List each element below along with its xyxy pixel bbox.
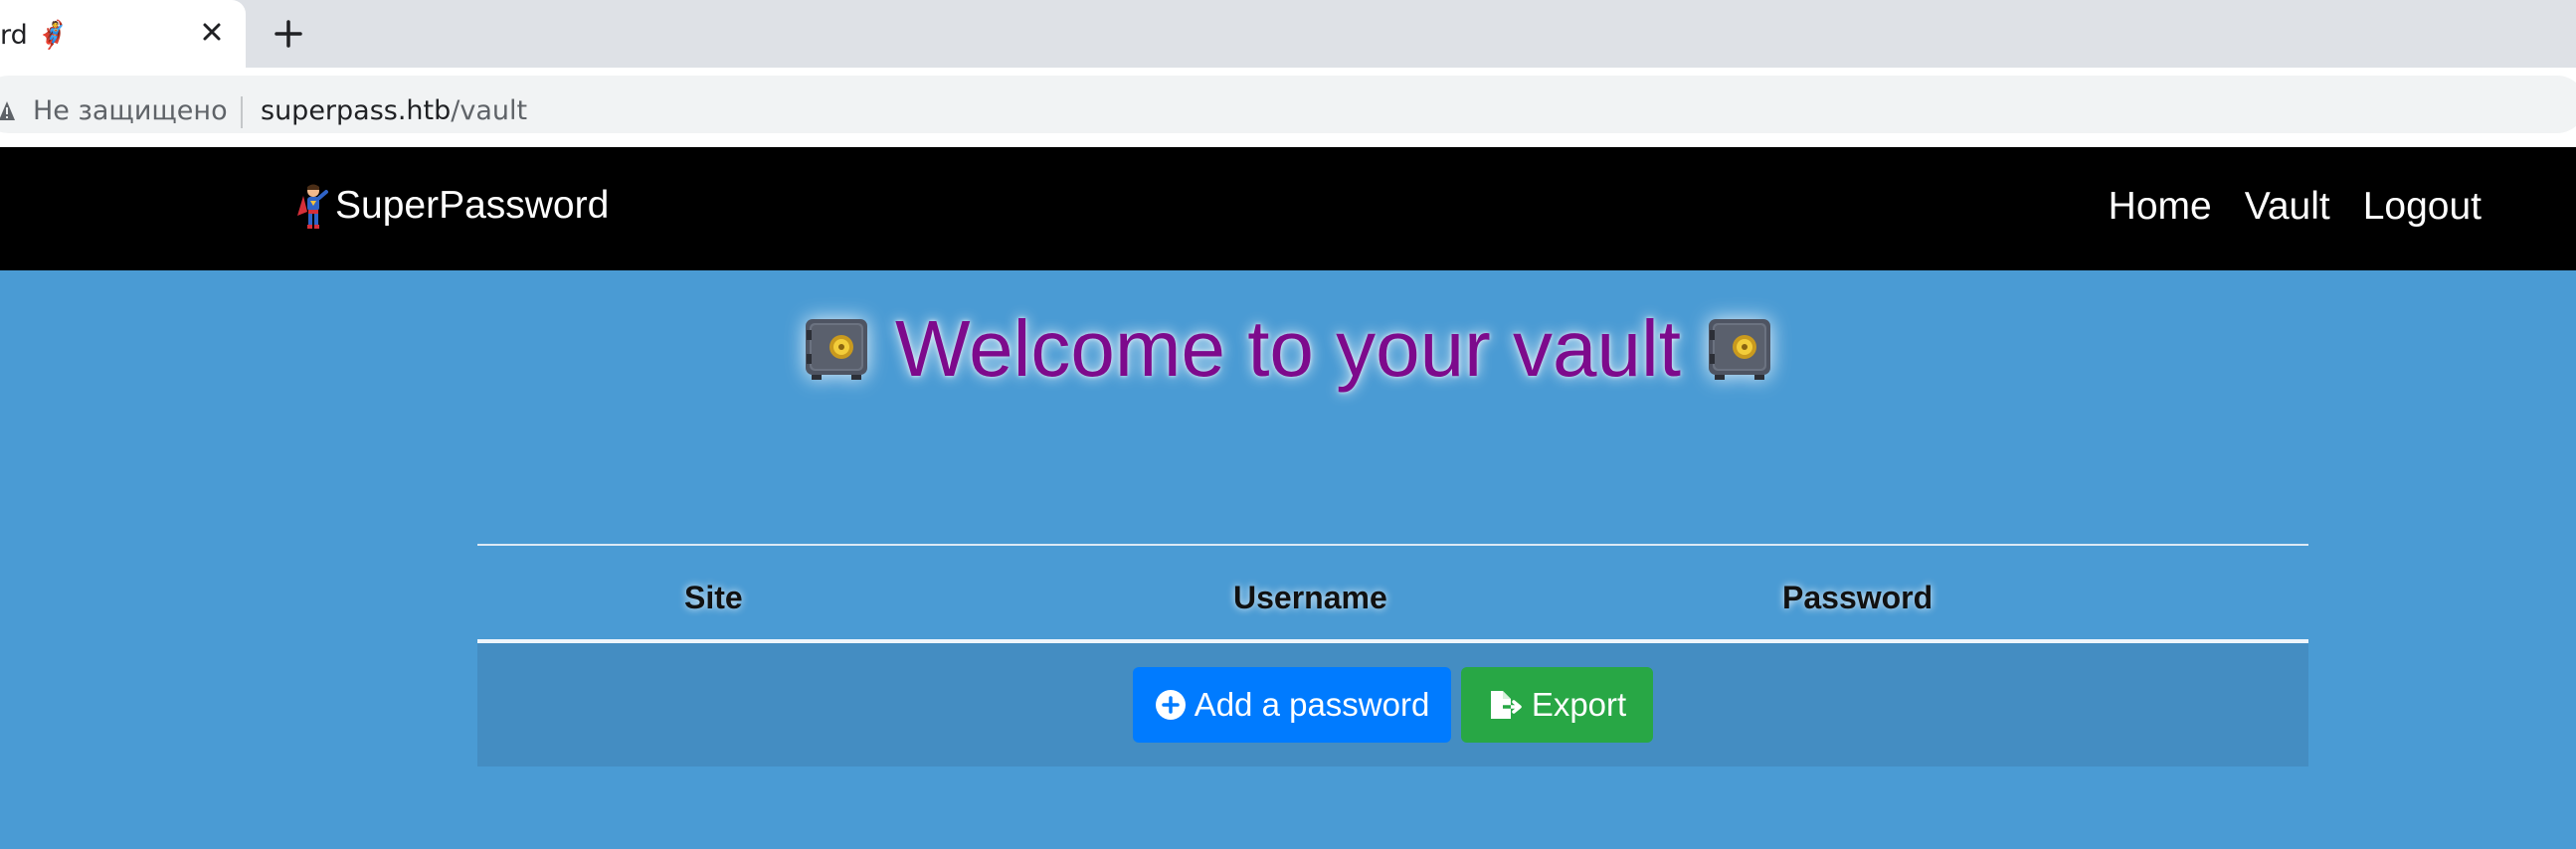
column-header-site: Site — [684, 580, 743, 615]
url-path: /vault — [451, 95, 528, 126]
export-label: Export — [1531, 686, 1627, 723]
export-button[interactable]: Export — [1461, 667, 1653, 743]
add-password-button[interactable]: Add a password — [1133, 667, 1451, 743]
brand-link[interactable]: SuperPassword — [293, 182, 609, 230]
superhero-icon — [297, 184, 328, 229]
tab-title: rd 🦸 — [0, 20, 70, 51]
omnibox[interactable]: Не защищено superpass.htb/vault — [0, 76, 2576, 133]
column-header-username: Username — [1233, 580, 1387, 615]
close-icon[interactable] — [197, 17, 227, 47]
table-body: Add a password Export — [477, 643, 2308, 766]
safe-icon — [806, 319, 868, 380]
page-heading: Welcome to your vault — [0, 303, 2576, 395]
url-host: superpass.htb — [261, 95, 452, 126]
safe-icon — [1708, 319, 1770, 380]
warning-icon[interactable] — [0, 100, 16, 122]
nav-vault-link[interactable]: Vault — [2245, 185, 2330, 229]
file-export-icon — [1490, 691, 1522, 719]
column-header-password: Password — [1782, 580, 1933, 615]
nav-logout-link[interactable]: Logout — [2363, 185, 2482, 229]
security-label[interactable]: Не защищено — [33, 95, 228, 126]
url-text[interactable]: superpass.htb/vault — [261, 95, 527, 126]
brand-label: SuperPassword — [335, 184, 610, 227]
add-password-label: Add a password — [1194, 686, 1430, 723]
plus-circle-icon — [1155, 690, 1186, 720]
nav-home-link[interactable]: Home — [2109, 185, 2212, 229]
nav-links: Home Vault Logout — [2109, 185, 2482, 229]
welcome-heading: Welcome to your vault — [895, 304, 1681, 393]
plus-icon[interactable] — [271, 16, 306, 52]
browser-tab[interactable]: rd 🦸 — [0, 0, 246, 68]
site-navbar: SuperPassword Home Vault Logout — [0, 147, 2576, 270]
browser-tab-strip: rd 🦸 — [0, 0, 2576, 68]
vault-table: Site Username Password Add a password Ex… — [477, 544, 2308, 766]
table-actions: Add a password Export — [477, 667, 2308, 743]
table-header: Site Username Password — [477, 544, 2308, 643]
omnibox-separator — [241, 96, 243, 128]
address-bar: Не защищено superpass.htb/vault — [0, 68, 2576, 147]
